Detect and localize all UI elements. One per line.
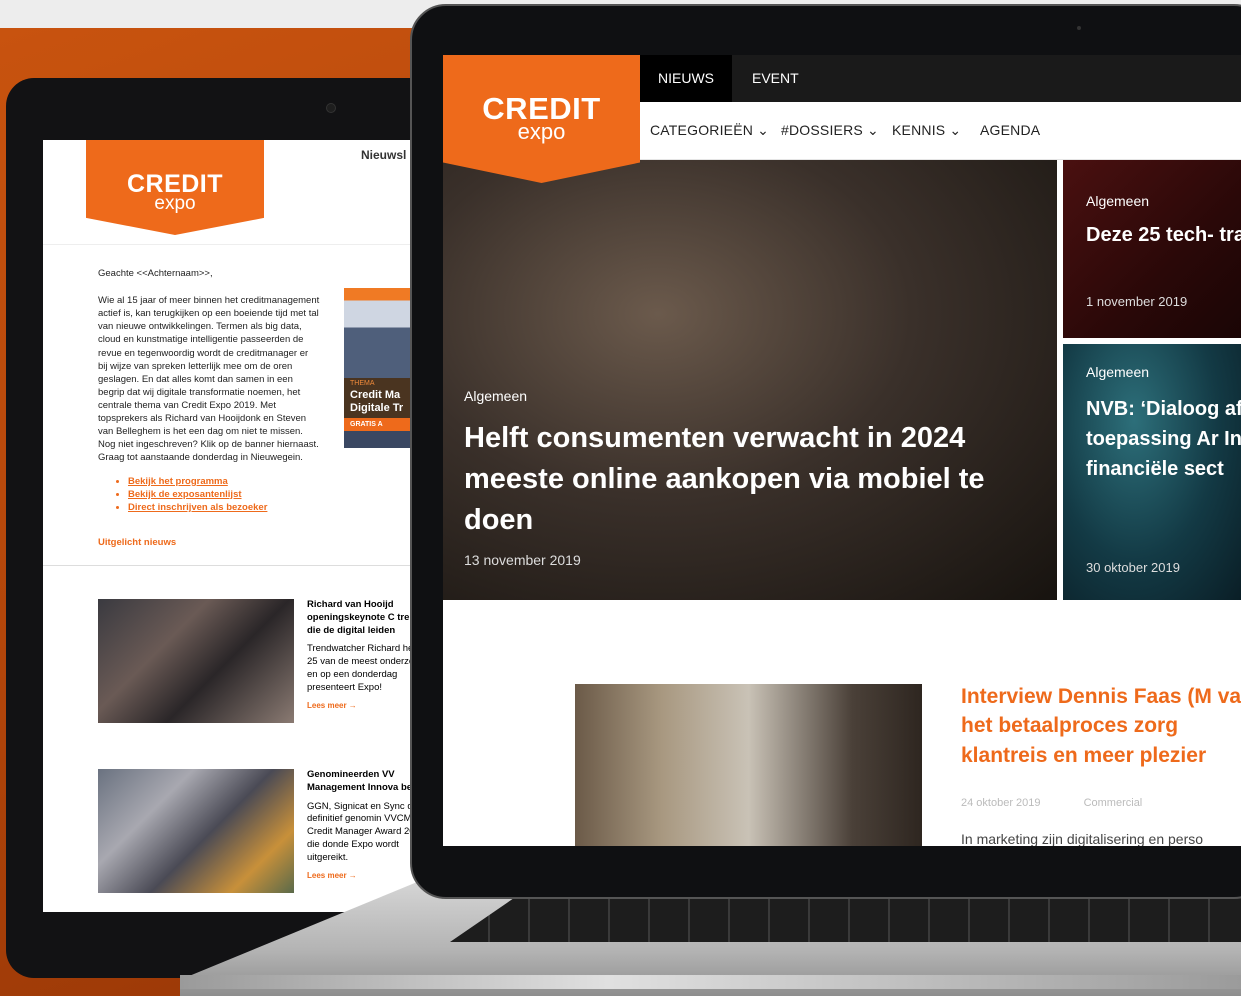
- article-title: Genomineerden VV Management Innova beken…: [307, 769, 423, 793]
- newsletter-label: Nieuwsl: [361, 148, 407, 162]
- chevron-down-icon: ⌄: [757, 122, 770, 138]
- side-date: 30 oktober 2019: [1086, 560, 1180, 575]
- hero-category: Algemeen: [464, 388, 528, 404]
- article-image: [98, 769, 294, 893]
- intro-text: Wie al 15 jaar of meer binnen het credit…: [98, 295, 320, 464]
- divider: [43, 564, 423, 566]
- laptop-screen-website: NIEUWS EVENT CATEGORIEËN ⌄ #DOSSIERS ⌄ K…: [443, 55, 1241, 846]
- nav-categorieen[interactable]: CATEGORIEËN ⌄: [650, 122, 769, 139]
- tablet-screen-newsletter: CREDIT expo Nieuwsl Geachte <<Achternaam…: [43, 140, 423, 912]
- greeting: Geachte <<Achternaam>>,: [98, 268, 213, 279]
- chevron-down-icon: ⌄: [867, 122, 879, 138]
- logo-subtext: expo: [517, 119, 566, 144]
- side-title: NVB: ‘Dialoog afstemming cr toepassing A…: [1086, 398, 1241, 480]
- newsletter-header: CREDIT expo Nieuwsl: [43, 140, 423, 245]
- tablet-camera: [327, 104, 335, 112]
- side-date: 1 november 2019: [1086, 294, 1188, 309]
- credit-expo-logo[interactable]: CREDIT expo: [443, 55, 640, 183]
- link-exposanten[interactable]: Bekijk de exposantenlijst: [128, 488, 369, 501]
- link-inschrijven[interactable]: Direct inschrijven als bezoeker: [128, 501, 369, 514]
- nav-label: KENNIS: [892, 122, 946, 138]
- read-more-link[interactable]: Lees meer →: [307, 871, 423, 882]
- sub-nav: CATEGORIEËN ⌄ #DOSSIERS ⌄ KENNIS ⌄ AGEND…: [640, 102, 1241, 160]
- nav-kennis[interactable]: KENNIS ⌄: [892, 122, 961, 139]
- nav-dossiers[interactable]: #DOSSIERS ⌄: [781, 122, 879, 139]
- laptop-camera: [1077, 26, 1081, 30]
- nav-label: #DOSSIERS: [781, 122, 863, 138]
- nav-label: CATEGORIEËN: [650, 122, 754, 138]
- side-category: Algemeen: [1086, 364, 1150, 380]
- credit-expo-logo[interactable]: CREDIT expo: [86, 140, 264, 235]
- feature-image[interactable]: [575, 684, 922, 846]
- feature-tag: Commercial: [1083, 797, 1143, 809]
- side-category: Algemeen: [1086, 193, 1150, 209]
- laptop-hinge: [180, 975, 1241, 989]
- tab-event[interactable]: EVENT: [734, 55, 817, 102]
- logo-subtext: expo: [154, 193, 196, 214]
- feature-title[interactable]: Interview Dennis Faas (M van het betaalp…: [961, 682, 1241, 770]
- side-article[interactable]: Algemeen Deze 25 tech- transformatie 1 n…: [1063, 160, 1241, 338]
- news-article[interactable]: Genomineerden VV Management Innova beken…: [98, 769, 423, 912]
- article-desc: GGN, Signicat en Sync drie definitief ge…: [307, 800, 423, 863]
- tab-nieuws[interactable]: NIEUWS: [640, 55, 732, 102]
- article-text: Richard van Hooijd openingskeynote C tre…: [307, 599, 423, 711]
- article-image: [98, 599, 294, 723]
- news-article[interactable]: Richard van Hooijd openingskeynote C tre…: [98, 599, 423, 749]
- side-title: Deze 25 tech- transformatie: [1086, 224, 1241, 246]
- cta-links: Bekijk het programma Bekijk de exposante…: [128, 475, 369, 514]
- read-more-link[interactable]: Lees meer →: [307, 701, 423, 712]
- keyboard: [450, 898, 1241, 942]
- hero-article[interactable]: Algemeen Helft consumenten verwacht in 2…: [443, 160, 1057, 600]
- side-article[interactable]: Algemeen NVB: ‘Dialoog afstemming cr toe…: [1063, 344, 1241, 600]
- hero-title: Helft consumenten verwacht in 2024 meest…: [464, 422, 985, 537]
- chevron-down-icon: ⌄: [949, 122, 962, 138]
- nav-agenda[interactable]: AGENDA: [980, 122, 1040, 138]
- feature-meta: 24 oktober 2019 Commercial: [961, 797, 1142, 809]
- link-programma[interactable]: Bekijk het programma: [128, 475, 369, 488]
- article-title: Richard van Hooijd openingskeynote C tre…: [307, 599, 423, 636]
- feature-date: 24 oktober 2019: [961, 797, 1041, 809]
- hero-date: 13 november 2019: [464, 552, 581, 568]
- section-title: Uitgelicht nieuws: [98, 536, 177, 548]
- article-text: Genomineerden VV Management Innova beken…: [307, 769, 423, 881]
- feature-desc: In marketing zijn digitalisering en pers…: [961, 831, 1204, 846]
- article-desc: Trendwatcher Richard heeft 25 van de mee…: [307, 643, 423, 693]
